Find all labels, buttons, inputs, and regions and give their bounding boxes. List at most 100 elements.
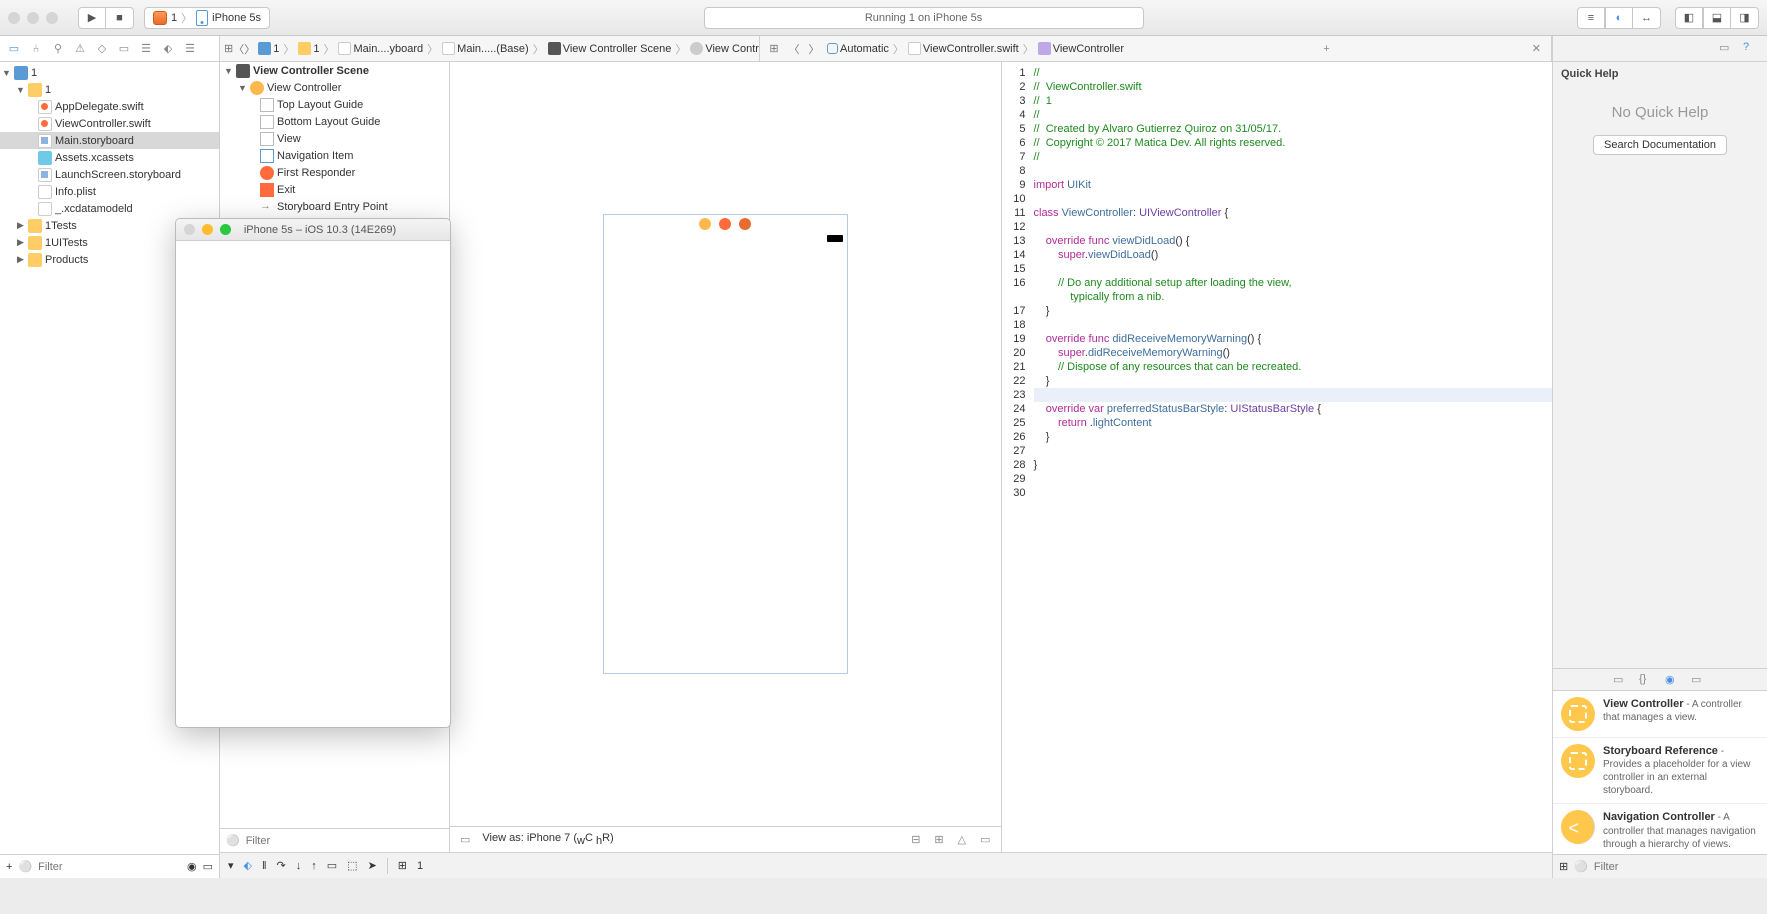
assistant-editor-button[interactable]: ◐ (1605, 7, 1633, 29)
close-assistant-icon[interactable]: ✕ (1526, 42, 1547, 55)
tree-row-file[interactable]: ViewController.swift (0, 115, 219, 132)
scm-filter-icon[interactable]: ▭ (203, 860, 213, 873)
version-editor-button[interactable]: ↔ (1633, 7, 1661, 29)
hide-debug-icon[interactable]: ▾ (228, 859, 234, 872)
align-icon[interactable]: ⊟ (909, 833, 922, 846)
related-items-icon[interactable]: ⊞ (224, 40, 233, 58)
outline-item-row[interactable]: View (220, 130, 449, 147)
step-out-icon[interactable]: ↑ (311, 860, 317, 872)
crumb[interactable]: Main.....(Base) (439, 42, 532, 55)
back-icon[interactable]: 〈 (784, 40, 804, 58)
recent-filter-icon[interactable]: ◉ (187, 860, 197, 873)
tree-row-project[interactable]: ▼ 1 (0, 64, 219, 81)
add-icon[interactable]: + (6, 861, 12, 873)
embed-icon[interactable]: ▭ (978, 833, 992, 846)
tree-row-file[interactable]: AppDelegate.swift (0, 98, 219, 115)
crumb[interactable]: View Controller (687, 42, 760, 55)
memory-icon[interactable]: ⬚ (347, 859, 357, 872)
first-responder-icon[interactable] (719, 218, 731, 230)
scheme-selector[interactable]: 1 〉 iPhone 5s (144, 7, 270, 29)
outline-filter-input[interactable] (246, 835, 443, 847)
process-icon[interactable]: ⊞ (398, 859, 407, 872)
toggle-inspector-button[interactable]: ◨ (1731, 7, 1759, 29)
object-library-tab[interactable]: ◉ (1665, 673, 1681, 687)
crumb-symbol[interactable]: ViewController (1035, 42, 1127, 55)
outline-item-row[interactable]: Bottom Layout Guide (220, 113, 449, 130)
stop-button[interactable]: ■ (106, 7, 134, 29)
tree-row-file[interactable]: Main.storyboard (0, 132, 219, 149)
project-navigator-tab[interactable]: ▭ (4, 40, 24, 58)
file-template-tab[interactable]: ▭ (1613, 673, 1629, 687)
media-library-tab[interactable]: ▭ (1691, 673, 1707, 687)
library-filter-input[interactable] (1594, 861, 1761, 873)
outline-exit-row[interactable]: ▶ Exit (220, 181, 449, 198)
find-navigator-tab[interactable]: ⚠ (70, 40, 90, 58)
outline-first-responder-row[interactable]: ▶ First Responder (220, 164, 449, 181)
outline-vc-row[interactable]: ▼ View Controller (220, 79, 449, 96)
step-over-icon[interactable]: ↷ (277, 859, 286, 872)
outline-item-row[interactable]: Top Layout Guide (220, 96, 449, 113)
search-documentation-button[interactable]: Search Documentation (1593, 135, 1727, 155)
toggle-debug-button[interactable]: ⬓ (1703, 7, 1731, 29)
tree-row-file[interactable]: Assets.xcassets (0, 149, 219, 166)
file-inspector-tab[interactable]: ▭ (1719, 41, 1737, 57)
forward-icon[interactable]: 〉 (244, 40, 255, 58)
issue-navigator-tab[interactable]: ◇ (92, 40, 112, 58)
test-navigator-tab[interactable]: ▭ (114, 40, 134, 58)
tree-row-group[interactable]: ▼ 1 (0, 81, 219, 98)
breakpoint-navigator-tab[interactable]: ⬖ (158, 40, 178, 58)
continue-icon[interactable]: ‖ (262, 860, 267, 872)
back-icon[interactable]: 〈 (233, 40, 244, 58)
debug-view-icon[interactable]: ▭ (327, 859, 337, 872)
toggle-navigator-button[interactable]: ◧ (1675, 7, 1703, 29)
resolve-icon[interactable]: △ (956, 833, 968, 846)
vc-icon[interactable] (699, 218, 711, 230)
outline-toggle-icon[interactable]: ▭ (458, 833, 472, 846)
add-assistant-icon[interactable]: + (1317, 43, 1335, 55)
debug-navigator-tab[interactable]: ☰ (136, 40, 156, 58)
crumb[interactable]: 1 (255, 42, 282, 55)
step-in-icon[interactable]: ↓ (296, 860, 302, 872)
quick-help-tab[interactable]: ? (1743, 41, 1761, 57)
view-as-label[interactable]: View as: iPhone 7 (wC hR) (482, 832, 613, 847)
run-button[interactable]: ▶ (78, 7, 106, 29)
code-body[interactable]: //// ViewController.swift// 1//// Create… (1030, 62, 1553, 852)
crumb[interactable]: View Controller Scene (545, 42, 675, 55)
library-item[interactable]: Storyboard Reference - Provides a placeh… (1553, 738, 1767, 804)
exit-icon[interactable] (739, 218, 751, 230)
crumb-file[interactable]: ViewController.swift (905, 42, 1022, 55)
activity-text: Running 1 on iPhone 5s (704, 7, 1144, 29)
library-item[interactable]: <Navigation Controller - A controller th… (1553, 804, 1767, 854)
tree-row-file[interactable]: _.xcdatamodeld (0, 200, 219, 217)
library-item[interactable]: View Controller - A controller that mana… (1553, 691, 1767, 738)
source-control-navigator-tab[interactable]: ⑃ (26, 40, 46, 58)
simulator-window[interactable]: iPhone 5s – iOS 10.3 (14E269) (175, 218, 451, 728)
library-item-text: Storyboard Reference - Provides a placeh… (1603, 744, 1759, 797)
device-frame[interactable] (603, 214, 848, 674)
simulate-location-icon[interactable]: ➤ (368, 859, 377, 872)
tree-row-file[interactable]: LaunchScreen.storyboard (0, 166, 219, 183)
forward-icon[interactable]: 〉 (804, 40, 824, 58)
close-window-icon[interactable] (8, 12, 20, 24)
standard-editor-button[interactable]: ≡ (1577, 7, 1605, 29)
outline-entry-row[interactable]: ▶→ Storyboard Entry Point (220, 198, 449, 215)
symbol-navigator-tab[interactable]: ⚲ (48, 40, 68, 58)
outline-scene-row[interactable]: ▼ View Controller Scene (220, 62, 449, 79)
crumb-mode[interactable]: Automatic (824, 43, 892, 55)
pin-icon[interactable]: ⊞ (932, 833, 945, 846)
outline-item-row[interactable]: Navigation Item (220, 147, 449, 164)
sim-close-icon[interactable] (184, 224, 195, 235)
zoom-window-icon[interactable] (46, 12, 58, 24)
crumb[interactable]: Main....yboard (335, 42, 426, 55)
code-snippet-tab[interactable]: {} (1639, 673, 1655, 687)
breakpoints-icon[interactable]: ⬖ (244, 859, 252, 872)
related-items-icon[interactable]: ⊞ (764, 40, 784, 58)
interface-builder-canvas[interactable]: → ▭ View as: iPhone 7 (wC hR) ⊟ (450, 62, 1002, 852)
minimize-window-icon[interactable] (27, 12, 39, 24)
navigator-filter-input[interactable] (38, 861, 181, 873)
crumb[interactable]: 1 (295, 42, 322, 55)
tree-row-file[interactable]: Info.plist (0, 183, 219, 200)
grid-icon[interactable]: ⊞ (1559, 860, 1568, 873)
code-editor[interactable]: 1234567891011121314151617181920212223242… (1002, 62, 1553, 852)
report-navigator-tab[interactable]: ☰ (180, 40, 200, 58)
